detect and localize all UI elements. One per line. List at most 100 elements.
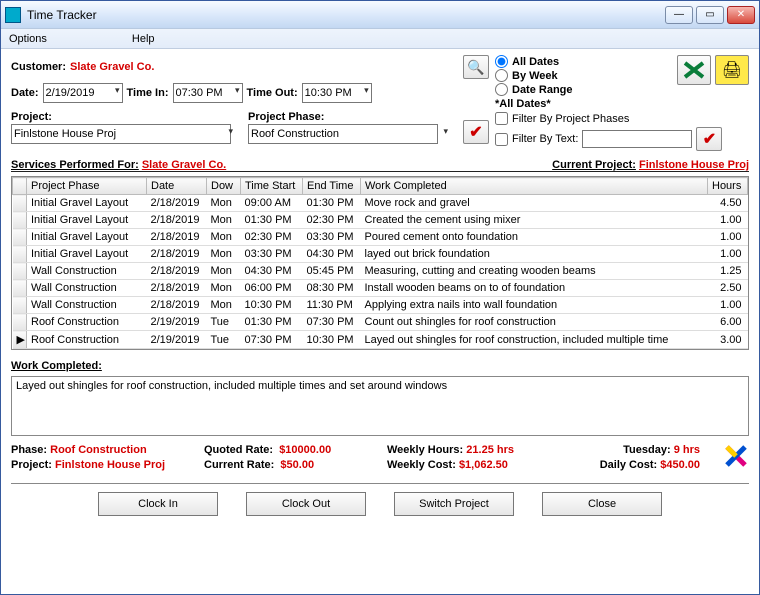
sum-dcost-value: $450.00 xyxy=(660,459,700,471)
col-phase[interactable]: Project Phase xyxy=(27,178,147,195)
sum-dcost-label: Daily Cost: xyxy=(600,459,657,471)
filter-text-input[interactable] xyxy=(582,130,692,148)
current-project-label: Current Project: xyxy=(552,159,636,171)
print-button[interactable]: 🖨 xyxy=(715,55,749,85)
cell-start: 01:30 PM xyxy=(241,314,303,331)
search-button[interactable]: 🔍 xyxy=(463,55,489,79)
date-label: Date: xyxy=(11,87,39,99)
sum-project-label: Project: xyxy=(11,459,52,471)
filter-by-phases-check[interactable]: Filter By Project Phases xyxy=(495,112,749,125)
table-row[interactable]: Initial Gravel Layout2/18/2019Mon01:30 P… xyxy=(13,212,748,229)
cell-hours: 1.25 xyxy=(708,263,748,280)
close-button[interactable]: Close xyxy=(542,492,662,516)
clock-out-button[interactable]: Clock Out xyxy=(246,492,366,516)
maximize-button[interactable]: ▭ xyxy=(696,6,724,24)
cell-phase: Wall Construction xyxy=(27,263,147,280)
customer-value: Slate Gravel Co. xyxy=(70,61,154,73)
table-row[interactable]: Initial Gravel Layout2/18/2019Mon03:30 P… xyxy=(13,246,748,263)
col-marker[interactable] xyxy=(13,178,27,195)
clock-in-button[interactable]: Clock In xyxy=(98,492,218,516)
cell-end: 07:30 PM xyxy=(303,314,361,331)
confirm-entry-button[interactable]: ✔ xyxy=(463,120,489,144)
row-marker xyxy=(13,263,27,280)
cell-phase: Initial Gravel Layout xyxy=(27,246,147,263)
cell-dow: Mon xyxy=(207,195,241,212)
sum-wcost-value: $1,062.50 xyxy=(459,459,508,471)
cell-dow: Mon xyxy=(207,212,241,229)
table-row[interactable]: Initial Gravel Layout2/18/2019Mon09:00 A… xyxy=(13,195,748,212)
cell-end: 01:30 PM xyxy=(303,195,361,212)
row-marker: ▶ xyxy=(13,331,27,349)
switch-project-button[interactable]: Switch Project xyxy=(394,492,514,516)
col-end[interactable]: End Time xyxy=(303,178,361,195)
close-window-button[interactable]: ✕ xyxy=(727,6,755,24)
time-entries-grid[interactable]: Project Phase Date Dow Time Start End Ti… xyxy=(11,176,749,350)
row-marker xyxy=(13,229,27,246)
table-row[interactable]: ▶Roof Construction2/19/2019Tue07:30 PM10… xyxy=(13,331,748,349)
checkmark-icon: ✔ xyxy=(469,122,482,142)
sum-day-value: 9 hrs xyxy=(674,444,700,456)
menu-help[interactable]: Help xyxy=(132,33,155,45)
menu-options[interactable]: Options xyxy=(9,33,47,45)
cell-work: Move rock and gravel xyxy=(361,195,708,212)
cell-phase: Initial Gravel Layout xyxy=(27,229,147,246)
table-row[interactable]: Wall Construction2/18/2019Mon04:30 PM05:… xyxy=(13,263,748,280)
table-row[interactable]: Wall Construction2/18/2019Mon10:30 PM11:… xyxy=(13,297,748,314)
timein-input[interactable] xyxy=(173,83,243,103)
cell-work: Created the cement using mixer xyxy=(361,212,708,229)
cell-dow: Mon xyxy=(207,263,241,280)
cell-date: 2/18/2019 xyxy=(147,195,207,212)
cell-phase: Initial Gravel Layout xyxy=(27,212,147,229)
minimize-button[interactable]: — xyxy=(665,6,693,24)
cell-phase: Initial Gravel Layout xyxy=(27,195,147,212)
date-input[interactable] xyxy=(43,83,123,103)
row-marker xyxy=(13,314,27,331)
cell-dow: Mon xyxy=(207,246,241,263)
cell-date: 2/19/2019 xyxy=(147,314,207,331)
sum-wcost-label: Weekly Cost: xyxy=(387,459,456,471)
cell-end: 05:45 PM xyxy=(303,263,361,280)
window-title: Time Tracker xyxy=(27,8,665,22)
work-completed-textarea[interactable]: Layed out shingles for roof construction… xyxy=(11,376,749,436)
titlebar[interactable]: Time Tracker — ▭ ✕ xyxy=(1,1,759,29)
col-dow[interactable]: Dow xyxy=(207,178,241,195)
table-row[interactable]: Initial Gravel Layout2/18/2019Mon02:30 P… xyxy=(13,229,748,246)
table-row[interactable]: Wall Construction2/18/2019Mon06:00 PM08:… xyxy=(13,280,748,297)
cell-dow: Tue xyxy=(207,314,241,331)
cell-dow: Tue xyxy=(207,331,241,349)
cell-dow: Mon xyxy=(207,229,241,246)
col-start[interactable]: Time Start xyxy=(241,178,303,195)
current-project-value: Finlstone House Proj xyxy=(639,159,749,171)
timeout-label: Time Out: xyxy=(247,87,298,99)
cell-dow: Mon xyxy=(207,280,241,297)
cell-hours: 1.00 xyxy=(708,297,748,314)
project-select[interactable] xyxy=(11,124,231,144)
row-marker xyxy=(13,212,27,229)
cell-start: 03:30 PM xyxy=(241,246,303,263)
apply-filter-button[interactable]: ✔ xyxy=(696,127,722,151)
radio-all-dates[interactable]: All Dates xyxy=(495,55,677,68)
cell-end: 04:30 PM xyxy=(303,246,361,263)
cell-hours: 6.00 xyxy=(708,314,748,331)
col-hours[interactable]: Hours xyxy=(708,178,748,195)
filter-by-text-check[interactable]: Filter By Text: xyxy=(495,133,578,146)
col-work[interactable]: Work Completed xyxy=(361,178,708,195)
cell-hours: 4.50 xyxy=(708,195,748,212)
cell-work: Count out shingles for roof construction xyxy=(361,314,708,331)
cell-start: 01:30 PM xyxy=(241,212,303,229)
cell-work: Poured cement onto foundation xyxy=(361,229,708,246)
radio-by-week[interactable]: By Week xyxy=(495,69,677,82)
all-dates-star: *All Dates* xyxy=(495,98,749,110)
col-date[interactable]: Date xyxy=(147,178,207,195)
export-button[interactable] xyxy=(677,55,711,85)
sum-quoted-label: Quoted Rate: xyxy=(204,444,273,456)
table-row[interactable]: Roof Construction2/19/2019Tue01:30 PM07:… xyxy=(13,314,748,331)
phase-select[interactable] xyxy=(248,124,438,144)
cell-end: 08:30 PM xyxy=(303,280,361,297)
radio-date-range[interactable]: Date Range xyxy=(495,83,677,96)
cell-work: Applying extra nails into wall foundatio… xyxy=(361,297,708,314)
cell-hours: 2.50 xyxy=(708,280,748,297)
export-x-icon xyxy=(683,61,705,79)
cell-end: 11:30 PM xyxy=(303,297,361,314)
timeout-input[interactable] xyxy=(302,83,372,103)
